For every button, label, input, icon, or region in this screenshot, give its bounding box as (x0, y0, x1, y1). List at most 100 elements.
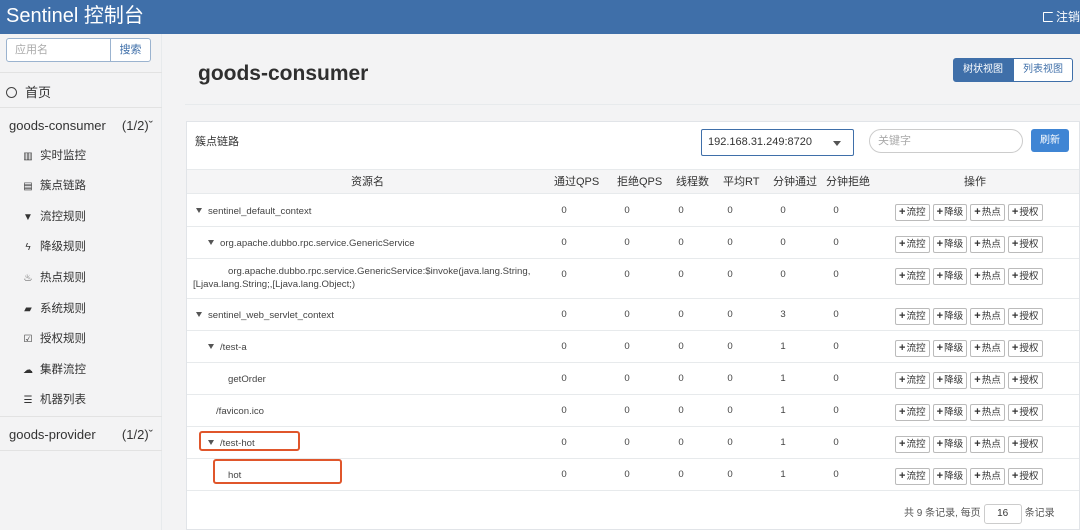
degrade-rule-button[interactable]: +降级 (932, 340, 968, 357)
caret-down-icon[interactable] (208, 344, 214, 349)
th-list-icon: ☰ (23, 395, 33, 406)
action-label: 流控 (906, 375, 926, 386)
sidebar-item-cluster-flow[interactable]: ☁ 集群流控 (22, 362, 86, 378)
degrade-rule-button[interactable]: +降级 (932, 268, 968, 285)
resource-name-text: org.apache.dubbo.rpc.service.GenericServ… (193, 266, 531, 290)
cell-threads: 0 (678, 341, 684, 352)
fire-icon: ♨ (23, 273, 33, 284)
flow-rule-button[interactable]: +流控 (895, 436, 930, 453)
plus-icon: + (936, 270, 944, 282)
caret-down-icon[interactable] (196, 312, 202, 317)
authority-button[interactable]: +授权 (1007, 340, 1043, 357)
action-label: 热点 (981, 343, 1001, 354)
plus-icon: + (1011, 406, 1019, 418)
plus-icon: + (899, 238, 906, 250)
lock-icon: ▰ (24, 304, 32, 315)
param-flow-button[interactable]: +热点 (970, 308, 1005, 325)
sidebar-app-goods-consumer[interactable]: goods-consumer (1/2)ˇ (9, 118, 157, 133)
sidebar-item-degrade-rules[interactable]: ϟ 降级规则 (22, 239, 86, 255)
degrade-rule-button[interactable]: +降级 (932, 236, 968, 253)
authority-button[interactable]: +授权 (1007, 204, 1043, 221)
table-row: /test-hot 0 0 0 0 1 0 +流控 +降级 +热点 +授权 (187, 427, 1079, 459)
authority-button[interactable]: +授权 (1007, 268, 1043, 285)
app-machine-count: (1/2) (121, 118, 149, 133)
plus-icon: + (899, 438, 906, 450)
sidebar-item-param-flow-rules[interactable]: ♨ 热点规则 (22, 270, 86, 286)
view-toggle: 树状视图 列表视图 (953, 58, 1073, 82)
sidebar-app-goods-provider[interactable]: goods-provider (1/2)ˇ (9, 427, 157, 442)
cell-pass-qps: 0 (561, 205, 567, 216)
degrade-rule-button[interactable]: +降级 (932, 204, 968, 221)
sidebar-item-machines[interactable]: ☰ 机器列表 (22, 392, 86, 408)
page-size-input[interactable]: 16 (983, 504, 1022, 524)
degrade-rule-button[interactable]: +降级 (932, 404, 968, 421)
flow-rule-button[interactable]: +流控 (895, 340, 930, 357)
flow-rule-button[interactable]: +流控 (895, 268, 930, 285)
tree-view-button[interactable]: 树状视图 (953, 58, 1013, 82)
action-label: 热点 (981, 271, 1001, 282)
param-flow-button[interactable]: +热点 (970, 340, 1005, 357)
authority-button[interactable]: +授权 (1007, 436, 1043, 453)
authority-button[interactable]: +授权 (1007, 468, 1043, 485)
flow-rule-button[interactable]: +流控 (895, 308, 930, 325)
plus-icon: + (974, 206, 981, 218)
degrade-rule-button[interactable]: +降级 (932, 468, 968, 485)
param-flow-button[interactable]: +热点 (970, 268, 1005, 285)
sign-out-icon (1042, 12, 1053, 22)
cell-resource-name: /test-a (208, 341, 247, 354)
table-row: org.apache.dubbo.rpc.service.GenericServ… (187, 259, 1079, 299)
plus-icon: + (974, 238, 981, 250)
list-view-button[interactable]: 列表视图 (1013, 58, 1073, 82)
action-label: 降级 (944, 271, 964, 282)
caret-down-icon[interactable] (208, 240, 214, 245)
cell-pass-qps: 0 (561, 405, 567, 416)
check-square-icon: ☑ (23, 334, 33, 345)
cell-avg-rt: 0 (727, 437, 733, 448)
app-search-button[interactable]: 搜索 (110, 38, 151, 62)
logout-button[interactable]: 注销 (1042, 8, 1080, 25)
sidebar-item-label: 流控规则 (40, 211, 86, 223)
cell-resource-name: getOrder (228, 373, 266, 386)
authority-button[interactable]: +授权 (1007, 236, 1043, 253)
degrade-rule-button[interactable]: +降级 (932, 436, 968, 453)
authority-button[interactable]: +授权 (1007, 404, 1043, 421)
flow-rule-button[interactable]: +流控 (895, 468, 930, 485)
degrade-rule-button[interactable]: +降级 (932, 308, 968, 325)
flow-rule-button[interactable]: +流控 (895, 404, 930, 421)
keyword-input[interactable]: 关键字 (869, 129, 1023, 153)
flow-rule-button[interactable]: +流控 (895, 372, 930, 389)
flow-rule-button[interactable]: +流控 (895, 236, 930, 253)
param-flow-button[interactable]: +热点 (970, 236, 1005, 253)
machine-select[interactable]: 192.168.31.249:8720 (701, 129, 854, 156)
top-navbar: Sentinel 控制台 注销 (0, 0, 1080, 34)
sidebar-item-home[interactable]: 首页 (6, 82, 51, 101)
refresh-button[interactable]: 刷新 (1031, 129, 1069, 152)
sidebar-item-authority-rules[interactable]: ☑ 授权规则 (22, 331, 86, 347)
column-header-resource: 资源名 (351, 176, 384, 188)
param-flow-button[interactable]: +热点 (970, 436, 1005, 453)
plus-icon: + (899, 310, 906, 322)
param-flow-button[interactable]: +热点 (970, 204, 1005, 221)
flow-rule-button[interactable]: +流控 (895, 204, 930, 221)
sidebar-item-identity[interactable]: ▤ 簇点链路 (22, 178, 86, 194)
degrade-rule-button[interactable]: +降级 (932, 372, 968, 389)
param-flow-button[interactable]: +热点 (970, 468, 1005, 485)
row-actions: +流控 +降级 +热点 +授权 (895, 204, 1046, 221)
cell-block-qps: 0 (624, 437, 630, 448)
column-header-threads: 线程数 (676, 176, 709, 188)
action-label: 热点 (981, 207, 1001, 218)
param-flow-button[interactable]: +热点 (970, 404, 1005, 421)
caret-down-icon[interactable] (196, 208, 202, 213)
plus-icon: + (936, 238, 944, 250)
cell-minute-pass: 1 (780, 437, 786, 448)
resource-name-text: /test-a (220, 342, 247, 353)
action-label: 热点 (981, 407, 1001, 418)
sidebar-item-flow-rules[interactable]: ▼ 流控规则 (22, 209, 86, 225)
sidebar-item-metric[interactable]: ▥ 实时监控 (22, 148, 86, 164)
param-flow-button[interactable]: +热点 (970, 372, 1005, 389)
authority-button[interactable]: +授权 (1007, 372, 1043, 389)
authority-button[interactable]: +授权 (1007, 308, 1043, 325)
cell-minute-pass: 0 (780, 269, 786, 280)
app-search-input[interactable]: 应用名 (6, 38, 111, 62)
sidebar-item-system-rules[interactable]: ▰ 系统规则 (22, 301, 86, 317)
